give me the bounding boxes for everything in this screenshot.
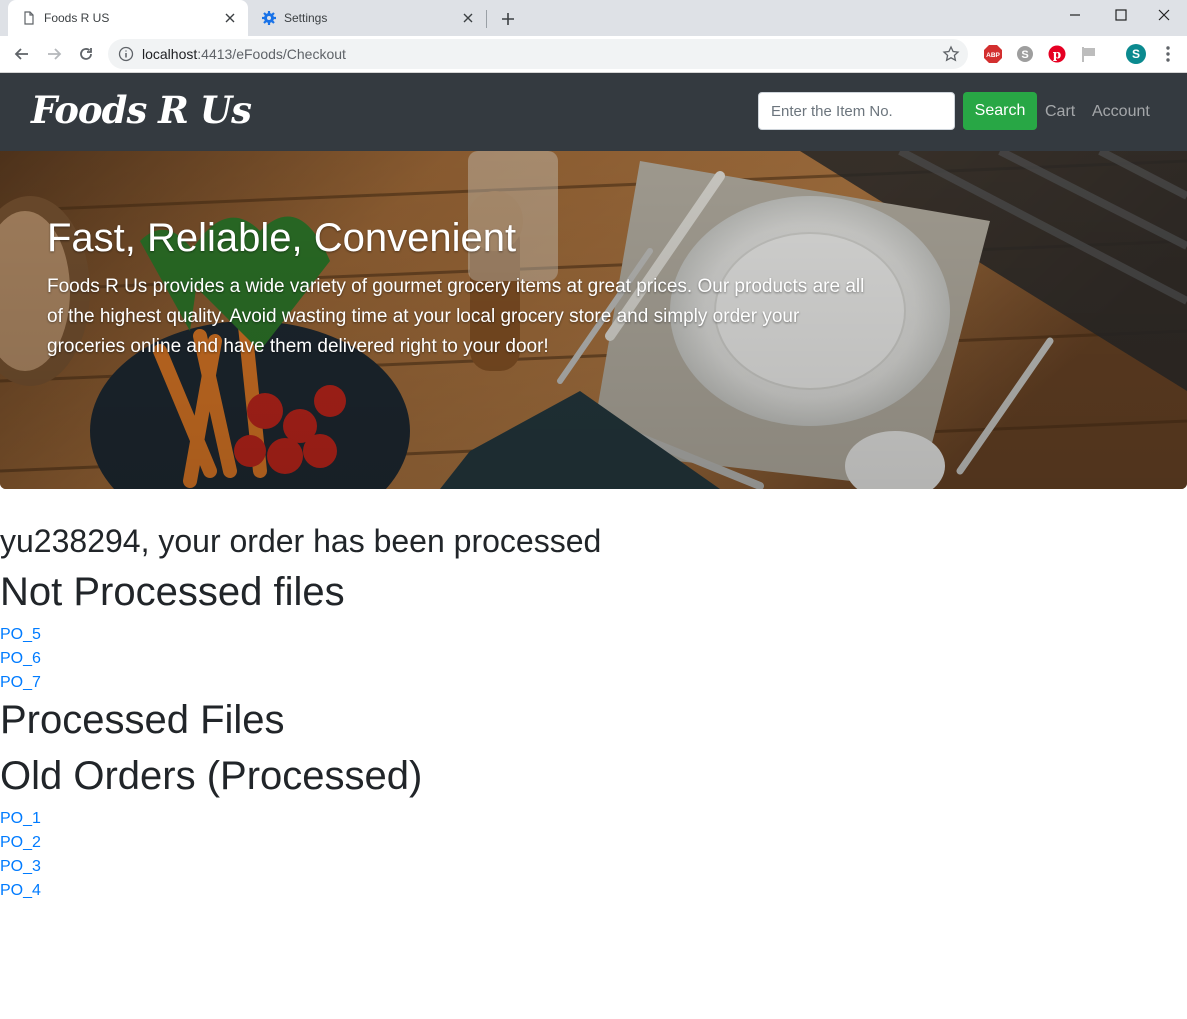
svg-text:S: S	[1021, 49, 1028, 61]
item-number-search-input[interactable]	[758, 92, 955, 130]
page-icon	[22, 11, 36, 25]
new-tab-icon[interactable]	[499, 10, 517, 28]
tab-title: Foods R US	[44, 11, 110, 25]
browser-toolbar: localhost:4413/eFoods/Checkout ABP S p S	[0, 36, 1187, 73]
processed-files-heading: Processed Files	[0, 698, 285, 742]
adblock-icon[interactable]: ABP	[983, 44, 1003, 64]
cart-link[interactable]: Cart	[1045, 103, 1075, 121]
hero-banner: Fast, Reliable, Convenient Foods R Us pr…	[0, 151, 1187, 489]
gear-icon	[262, 11, 276, 25]
bookmark-star-icon[interactable]	[942, 45, 960, 63]
tab-foods-r-us[interactable]: Foods R US	[8, 0, 248, 36]
skype-icon[interactable]: S	[1015, 44, 1035, 64]
account-link[interactable]: Account	[1092, 103, 1150, 121]
profile-avatar[interactable]: S	[1126, 44, 1146, 64]
order-link-po-4[interactable]: PO_4	[0, 879, 41, 903]
order-link-po-6[interactable]: PO_6	[0, 647, 41, 671]
old-orders-heading: Old Orders (Processed)	[0, 754, 423, 798]
order-link-po-7[interactable]: PO_7	[0, 671, 41, 695]
info-icon[interactable]	[118, 46, 134, 62]
search-button[interactable]: Search	[963, 92, 1037, 130]
order-link-po-2[interactable]: PO_2	[0, 831, 41, 855]
flag-icon[interactable]	[1079, 44, 1099, 64]
browser-tab-strip: Foods R US Settings	[0, 0, 1187, 36]
pinterest-icon[interactable]: p	[1047, 44, 1067, 64]
reload-icon[interactable]	[76, 44, 96, 64]
tab-separator	[486, 10, 487, 28]
tab-settings[interactable]: Settings	[248, 0, 486, 36]
brand-logo[interactable]: Foods R Us	[31, 88, 252, 132]
address-bar[interactable]: localhost:4413/eFoods/Checkout	[108, 39, 968, 69]
not-processed-list: PO_5 PO_6 PO_7	[0, 623, 41, 695]
minimize-icon[interactable]	[1052, 0, 1098, 30]
back-arrow-icon[interactable]	[12, 44, 32, 64]
not-processed-heading: Not Processed files	[0, 570, 345, 614]
order-link-po-5[interactable]: PO_5	[0, 623, 41, 647]
maximize-icon[interactable]	[1098, 0, 1144, 30]
close-tab-icon[interactable]	[460, 10, 476, 26]
close-window-icon[interactable]	[1141, 0, 1187, 30]
menu-dots-icon[interactable]	[1160, 44, 1176, 64]
close-tab-icon[interactable]	[222, 10, 238, 26]
tab-title: Settings	[284, 11, 328, 25]
hero-description: Foods R Us provides a wide variety of go…	[47, 276, 865, 357]
old-orders-list: PO_1 PO_2 PO_3 PO_4	[0, 807, 41, 903]
hero-title: Fast, Reliable, Convenient	[47, 216, 517, 260]
order-confirmation-message: yu238294, your order has been processed	[0, 523, 602, 559]
order-link-po-3[interactable]: PO_3	[0, 855, 41, 879]
forward-arrow-icon[interactable]	[44, 44, 64, 64]
site-navbar: Foods R Us Search Cart Account	[0, 73, 1187, 151]
url-text: localhost:4413/eFoods/Checkout	[142, 46, 346, 62]
order-link-po-1[interactable]: PO_1	[0, 807, 41, 831]
svg-text:p: p	[1053, 48, 1061, 62]
svg-text:ABP: ABP	[986, 52, 1000, 59]
